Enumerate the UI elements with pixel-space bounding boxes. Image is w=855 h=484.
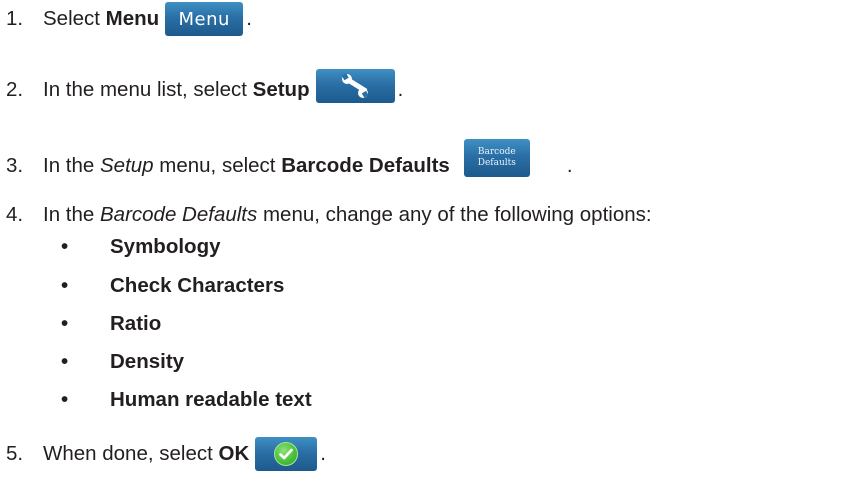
step-text: In the menu list, select bbox=[43, 78, 253, 101]
option-label: Symbology bbox=[110, 235, 221, 258]
step-suffix: . bbox=[566, 154, 573, 177]
bullet-marker: • bbox=[61, 312, 69, 335]
step-bold-text: Setup bbox=[252, 78, 310, 101]
setup-button[interactable] bbox=[315, 69, 395, 103]
option-label: Ratio bbox=[110, 312, 162, 335]
step-2: 2. In the menu list, select Setup . bbox=[6, 69, 404, 108]
step-5: 5. When done, select OK . bbox=[6, 436, 326, 472]
step-number: 3. bbox=[6, 154, 24, 177]
step-italic-text: Barcode Defaults bbox=[100, 203, 258, 226]
ok-button[interactable] bbox=[255, 437, 318, 471]
step-text: Select bbox=[43, 7, 106, 30]
check-icon bbox=[274, 442, 299, 466]
step-4: 4. In the Barcode Defaults menu, change … bbox=[6, 197, 652, 233]
step-3: 3. In the Setup menu, select Barcode Def… bbox=[6, 139, 573, 184]
menu-button[interactable]: Menu bbox=[165, 2, 244, 36]
step-text: In the bbox=[43, 154, 100, 177]
step-text: In the bbox=[43, 203, 100, 226]
step-bold-text: Menu bbox=[105, 7, 160, 30]
step-italic-text: Setup bbox=[100, 154, 154, 177]
step-1: 1. Select Menu Menu . bbox=[6, 1, 252, 37]
option-label: Human readable text bbox=[110, 388, 312, 411]
step-number: 5. bbox=[6, 442, 24, 465]
list-item: • Human readable text bbox=[52, 386, 312, 414]
step-suffix: . bbox=[397, 78, 404, 101]
option-label: Density bbox=[110, 350, 185, 373]
bullet-marker: • bbox=[61, 274, 69, 297]
menu-button-label: Menu bbox=[178, 8, 230, 30]
step-text-middle: menu, change any of the following option… bbox=[257, 203, 652, 226]
step-number: 4. bbox=[6, 203, 24, 226]
step-number: 2. bbox=[6, 78, 24, 101]
step-suffix: . bbox=[246, 7, 252, 30]
list-item: • Density bbox=[52, 348, 184, 376]
wrench-icon bbox=[342, 73, 369, 98]
step-suffix: . bbox=[320, 442, 326, 465]
barcode-defaults-button[interactable]: Barcode Defaults bbox=[463, 139, 530, 177]
bullet-marker: • bbox=[61, 350, 69, 373]
step-bold-text: Barcode Defaults bbox=[281, 154, 450, 177]
step-bold-text: OK bbox=[218, 442, 250, 465]
bullet-marker: • bbox=[61, 388, 69, 411]
list-item: • Ratio bbox=[52, 310, 161, 338]
barcode-defaults-button-line1: Barcode bbox=[477, 147, 516, 157]
list-item: • Symbology bbox=[52, 233, 221, 261]
list-item: • Check Characters bbox=[52, 272, 284, 300]
step-text-middle: menu, select bbox=[153, 154, 282, 177]
step-number: 1. bbox=[6, 7, 24, 30]
barcode-defaults-button-line2: Defaults bbox=[477, 158, 516, 168]
bullet-marker: • bbox=[61, 235, 69, 258]
option-label: Check Characters bbox=[110, 274, 285, 297]
step-text: When done, select bbox=[43, 442, 219, 465]
